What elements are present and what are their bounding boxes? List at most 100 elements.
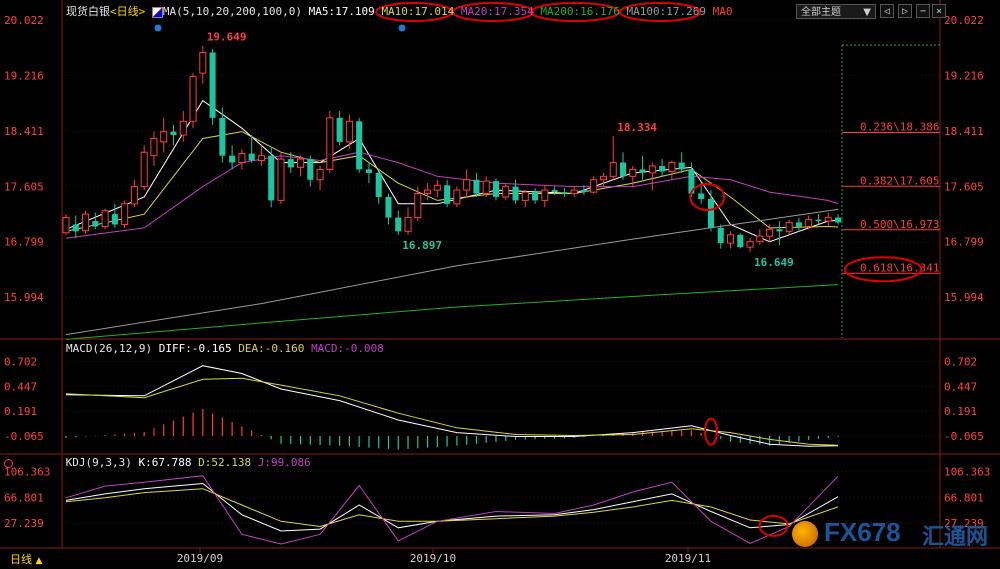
kdj-tick-left: 27.239 xyxy=(4,517,44,530)
candle-body-up xyxy=(414,193,422,219)
candle-body-up xyxy=(316,168,324,181)
close-icon[interactable]: × xyxy=(932,4,946,18)
candle-body-down xyxy=(776,229,783,232)
fib-level-label: 0.500\16.973 xyxy=(860,218,939,231)
price-tick-left: 18.411 xyxy=(4,125,44,138)
tab-daily[interactable]: 日线 ▲ xyxy=(10,551,42,567)
macd-tick-right: -0.065 xyxy=(944,430,984,443)
candle-body-down xyxy=(580,190,587,193)
candle-body-up xyxy=(433,184,441,191)
ma20-value: MA20:17.354 xyxy=(460,5,534,18)
candle-body-up xyxy=(345,120,353,143)
macd-tick-left: 0.447 xyxy=(4,380,37,393)
ma5-value: MA5:17.109 xyxy=(308,5,375,18)
candle-body-up xyxy=(502,186,510,198)
candle-body-up xyxy=(824,217,832,222)
candle-body-up xyxy=(179,120,187,136)
price-tick-left: 20.022 xyxy=(4,14,44,27)
theme-dropdown[interactable]: 全部主题 ▼ xyxy=(796,4,876,19)
macd-header: MACD(26,12,9) DIFF:-0.165 DEA:-0.160 MAC… xyxy=(66,342,384,356)
candle-body-up xyxy=(238,153,246,164)
candle-body-down xyxy=(385,196,392,218)
candle-body-down xyxy=(229,155,236,163)
candle-body-down xyxy=(659,165,666,172)
fib-level-label: 0.236\18.386 xyxy=(860,121,939,134)
candle-body-up xyxy=(570,189,578,195)
candle-body-up xyxy=(62,217,70,234)
candle-body-up xyxy=(189,76,197,122)
watermark-logo-icon xyxy=(792,521,818,547)
candle-body-up xyxy=(609,162,617,177)
forward-icon[interactable]: ▷ xyxy=(898,4,912,18)
price-tick-left: 17.605 xyxy=(4,180,44,193)
candle-body-up xyxy=(726,234,735,244)
x-axis-label: 2019/11 xyxy=(665,552,711,565)
kdj-label: KDJ(9,3,3) xyxy=(65,456,132,469)
extreme-label: 16.897 xyxy=(402,239,442,252)
candle-body-up xyxy=(541,189,549,201)
x-axis-label: 2019/09 xyxy=(177,552,223,565)
candle-body-up xyxy=(648,165,656,174)
candle-body-up xyxy=(424,189,432,195)
price-tick-right: 19.216 xyxy=(944,69,984,82)
ma100-value: MA100:17.269 xyxy=(626,5,706,18)
candle-body-up xyxy=(130,186,138,205)
candle-body-down xyxy=(551,190,558,193)
candle-body-down xyxy=(639,169,646,173)
candle-body-down xyxy=(619,162,627,177)
candle-body-up xyxy=(756,235,764,243)
kdj-header: KDJ(9,3,3) K:67.788 D:52.138 J:99.086 xyxy=(4,456,311,470)
candle-body-down xyxy=(698,193,705,200)
kdj-settings-icon[interactable] xyxy=(4,458,13,468)
candle-body-down xyxy=(248,153,255,161)
candle-body-up xyxy=(805,219,813,228)
extreme-label: 19.649 xyxy=(207,31,247,44)
kdj-line-k xyxy=(65,482,839,532)
kdj-d-value: D:52.138 xyxy=(198,456,252,469)
candle-body-up xyxy=(160,131,168,143)
fib-level-label: 0.618\16.341 xyxy=(860,261,939,274)
macd-diff-value: DIFF:-0.165 xyxy=(158,342,232,355)
period-label[interactable]: <日线> xyxy=(110,5,145,18)
candle-body-up xyxy=(668,162,676,173)
kdj-j-value: J:99.086 xyxy=(257,456,311,469)
candle-body-down xyxy=(307,159,314,180)
theme-dropdown-label: 全部主题 xyxy=(801,7,841,18)
candle-body-down xyxy=(72,224,79,232)
candle-body-down xyxy=(170,131,177,136)
candle-body-down xyxy=(444,185,451,204)
macd-tick-right: 0.702 xyxy=(944,356,977,369)
back-icon[interactable]: ◁ xyxy=(880,4,894,18)
candle-body-down xyxy=(209,52,216,118)
candle-body-up xyxy=(599,175,607,181)
kdj-tick-right: 106.363 xyxy=(944,466,990,479)
candle-body-down xyxy=(678,162,685,170)
candle-body-down xyxy=(268,155,275,201)
candle-body-down xyxy=(561,192,568,194)
ma-settings-icon[interactable] xyxy=(151,6,163,18)
candle-body-up xyxy=(101,210,109,228)
candle-body-down xyxy=(707,199,714,228)
macd-label: MACD(26,12,9) xyxy=(66,342,153,355)
chart-window: { "header": { "title": "现货白银", "period":… xyxy=(0,0,1000,569)
instrument-title: 现货白银 xyxy=(66,5,110,18)
candle-body-down xyxy=(834,217,842,223)
macd-macd-value: MACD:-0.008 xyxy=(311,342,384,355)
candle-body-down xyxy=(737,234,744,248)
ma-line-ma10 xyxy=(65,131,839,232)
macd-tick-left: 0.702 xyxy=(4,356,37,369)
macd-line-dea xyxy=(65,377,839,446)
event-marker xyxy=(154,24,162,32)
candle-body-up xyxy=(482,180,490,195)
watermark-brand: FX678 xyxy=(824,517,901,547)
kdj-tick-left: 66.801 xyxy=(4,491,44,504)
price-tick-right: 15.994 xyxy=(944,291,984,304)
candle-body-down xyxy=(512,186,519,201)
candle-body-up xyxy=(590,179,598,193)
candle-body-up xyxy=(629,168,637,177)
candle-body-up xyxy=(746,241,754,248)
candle-body-up xyxy=(785,221,793,232)
candle-body-up xyxy=(277,158,285,201)
watermark-cn: 汇通网 xyxy=(922,525,989,550)
minimize-icon[interactable]: − xyxy=(916,4,930,18)
